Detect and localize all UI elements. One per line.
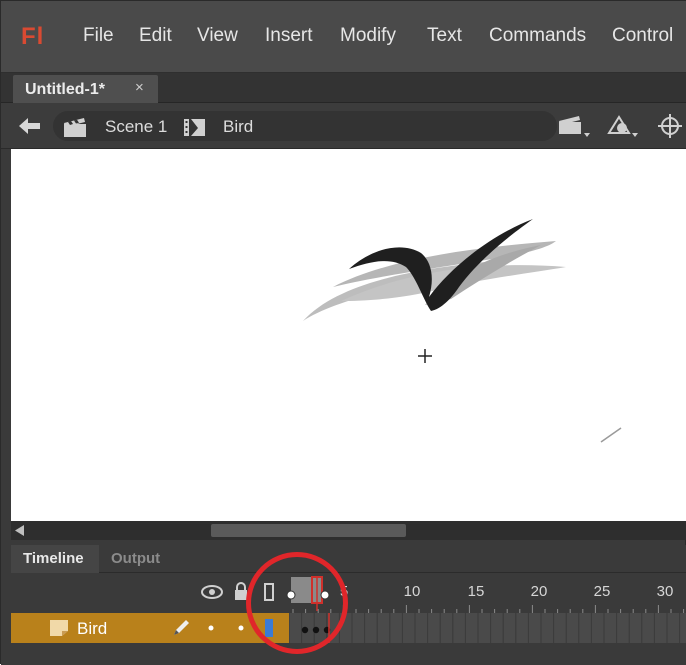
- flash-window: Fl File Edit View Insert Modify Text Com…: [0, 0, 686, 665]
- tab-timeline[interactable]: Timeline: [11, 545, 99, 573]
- pencil-icon: [174, 620, 189, 635]
- edit-scene-icon[interactable]: [557, 113, 591, 139]
- keyframe-dot[interactable]: [301, 626, 309, 634]
- edit-bar: Scene 1 Bird: [1, 103, 686, 149]
- lock-icon[interactable]: [233, 581, 249, 601]
- edit-symbol-icon[interactable]: [605, 113, 639, 139]
- frame-number-25: 25: [593, 583, 611, 600]
- tab-output[interactable]: Output: [99, 545, 179, 573]
- outline-icon[interactable]: [264, 583, 274, 601]
- lock-dot-icon[interactable]: [238, 625, 244, 631]
- back-arrow-icon[interactable]: [19, 117, 41, 135]
- menu-view[interactable]: View: [197, 25, 238, 47]
- timeline-footer: [1, 643, 686, 665]
- frame-number-20: 20: [530, 583, 548, 600]
- menu-edit[interactable]: Edit: [139, 25, 172, 47]
- frame-number-15: 15: [467, 583, 485, 600]
- frame-number-10: 10: [403, 583, 421, 600]
- center-stage-icon[interactable]: [653, 113, 686, 139]
- clapperboard-icon: [64, 118, 86, 137]
- close-icon[interactable]: ×: [135, 79, 144, 96]
- breadcrumb-scene[interactable]: Scene 1: [105, 117, 167, 137]
- menu-modify[interactable]: Modify: [340, 25, 396, 47]
- panel-tab-bar: Timeline Output: [11, 545, 686, 573]
- scroll-left-arrow-icon[interactable]: [15, 525, 25, 536]
- document-tab[interactable]: Untitled-1* ×: [13, 75, 158, 103]
- menu-text[interactable]: Text: [427, 25, 462, 47]
- visibility-dot-icon[interactable]: [208, 625, 214, 631]
- scroll-thumb[interactable]: [211, 524, 406, 537]
- bird-symbol-artwork[interactable]: [11, 149, 686, 521]
- layer-name[interactable]: Bird: [77, 619, 107, 639]
- menu-insert[interactable]: Insert: [265, 25, 313, 47]
- frame-ruler[interactable]: [289, 603, 686, 613]
- document-tab-bar: Untitled-1* ×: [1, 73, 686, 103]
- layer-icon: [50, 620, 68, 636]
- keyframe-dot[interactable]: [312, 626, 320, 634]
- stray-stroke: [600, 427, 622, 443]
- layer-info-bird[interactable]: Bird: [11, 613, 289, 643]
- app-logo: Fl: [21, 23, 45, 50]
- menu-control[interactable]: Control: [612, 25, 673, 47]
- timeline-header: 5 10 15 20 25 30: [11, 573, 686, 613]
- eye-icon[interactable]: [201, 585, 223, 599]
- frame-number-30: 30: [656, 583, 674, 600]
- stage[interactable]: [11, 149, 686, 521]
- stage-horizontal-scrollbar[interactable]: [11, 521, 686, 540]
- layer-outline-color-icon[interactable]: [265, 619, 273, 637]
- menu-file[interactable]: File: [83, 25, 114, 47]
- menu-bar: Fl File Edit View Insert Modify Text Com…: [1, 1, 686, 73]
- frame-number-5: 5: [339, 583, 349, 600]
- menu-commands[interactable]: Commands: [489, 25, 586, 47]
- document-tab-title: Untitled-1*: [25, 81, 105, 98]
- layer-row[interactable]: Bird: [11, 613, 686, 643]
- movieclip-icon: [184, 119, 205, 136]
- breadcrumb-symbol[interactable]: Bird: [223, 117, 253, 137]
- layer-frame-cells[interactable]: [289, 613, 686, 643]
